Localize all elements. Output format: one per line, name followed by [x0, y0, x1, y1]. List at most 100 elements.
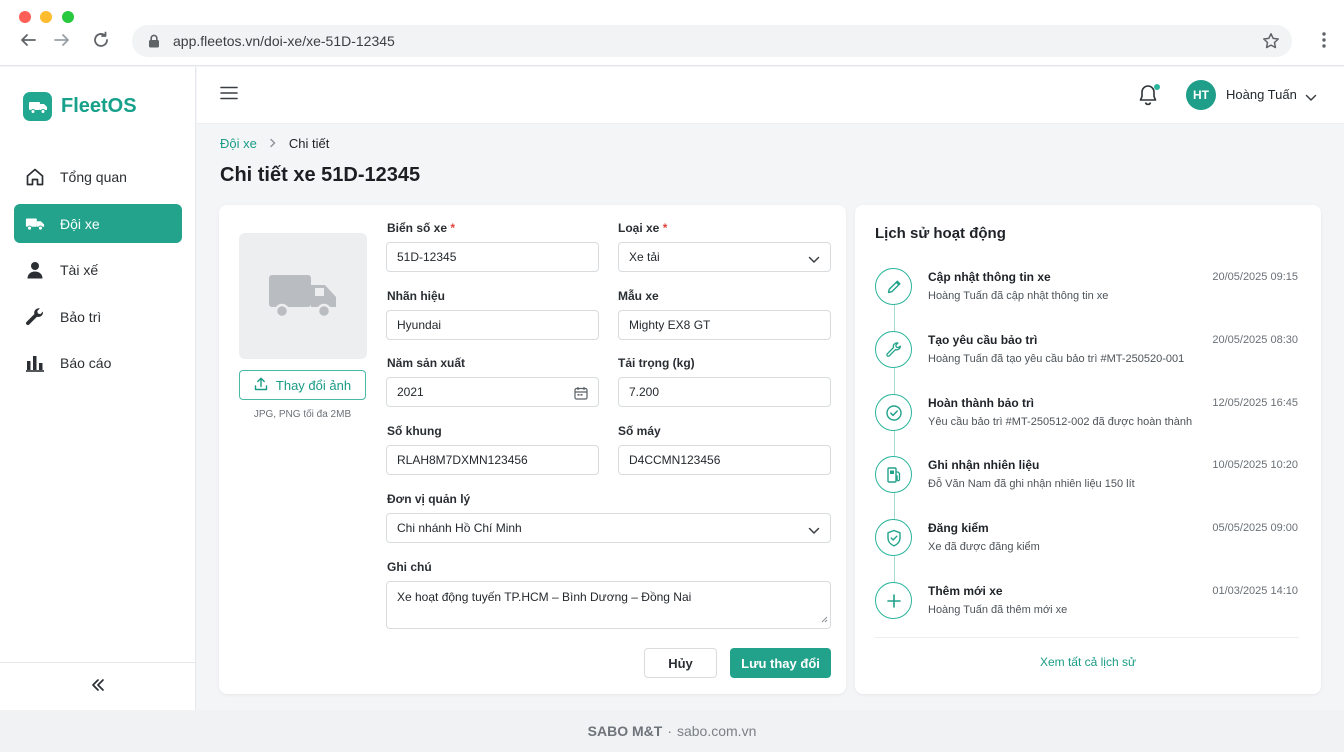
sidebar-item-label: Bảo trì [60, 308, 102, 325]
year-label: Năm sản xuất [387, 356, 466, 370]
breadcrumb-link-fleet[interactable]: Đội xe [220, 136, 257, 151]
vehicle-type-value: Xe tải [629, 250, 660, 264]
app-logo[interactable]: FleetOS [23, 92, 137, 121]
model-value: Mighty EX8 GT [629, 318, 711, 332]
sidebar-item-overview[interactable]: Tổng quan [14, 157, 182, 196]
sidebar: FleetOS Tổng quan Đội xe Tài xế Bảo trì … [0, 67, 196, 710]
forward-arrow-icon[interactable] [52, 30, 72, 50]
address-bar[interactable]: app.fleetos.vn/doi-xe/xe-51D-12345 [132, 25, 1292, 57]
user-name[interactable]: Hoàng Tuấn [1226, 87, 1297, 102]
close-window-button[interactable] [19, 11, 31, 23]
note-value: Xe hoạt động tuyến TP.HCM – Bình Dương –… [397, 590, 692, 604]
required-mark: * [662, 221, 668, 235]
model-field[interactable]: Mighty EX8 GT [618, 310, 831, 340]
divider [875, 637, 1299, 638]
upload-hint: JPG, PNG tối đa 2MB [253, 409, 352, 420]
sidebar-item-label: Tổng quan [60, 168, 127, 185]
history-item-time: 12/05/2025 16:45 [1212, 397, 1298, 409]
chevron-down-icon[interactable] [1305, 90, 1317, 105]
fuel-icon [875, 456, 912, 493]
sidebar-item-drivers[interactable]: Tài xế [14, 250, 182, 289]
history-item-desc: Xe đã được đăng kiểm [928, 541, 1040, 553]
maximize-window-button[interactable] [62, 11, 74, 23]
sidebar-item-fleet[interactable]: Đội xe [14, 204, 182, 243]
vehicle-photo-placeholder [239, 233, 367, 359]
top-header: HT Hoàng Tuấn [197, 67, 1344, 124]
chassis-label: Số khung [387, 424, 442, 438]
load-capacity-field[interactable]: 7.200 [618, 377, 831, 407]
url-text: app.fleetos.vn/doi-xe/xe-51D-12345 [173, 33, 395, 49]
plate-field[interactable]: 51D-12345 [386, 242, 599, 272]
minimize-window-button[interactable] [40, 11, 52, 23]
change-photo-label: Thay đổi ảnh [275, 377, 352, 393]
avatar[interactable]: HT [1186, 80, 1216, 110]
calendar-icon[interactable] [574, 386, 588, 403]
history-item-time: 05/05/2025 09:00 [1212, 522, 1298, 534]
footer-separator: · [667, 723, 672, 739]
view-all-history-link[interactable]: Xem tất cả lịch sử [855, 655, 1321, 669]
home-icon [25, 167, 45, 187]
history-item: Hoàn thành bảo trì Yêu cầu bảo trì #MT-2… [875, 394, 1300, 444]
history-item: Thêm mới xe Hoàng Tuấn đã thêm mới xe 01… [875, 582, 1300, 632]
history-item-desc: Hoàng Tuấn đã thêm mới xe [928, 604, 1068, 616]
history-item: Tạo yêu cầu bảo trì Hoàng Tuấn đã tạo yê… [875, 331, 1300, 381]
browser-menu-icon[interactable] [1322, 32, 1326, 51]
history-item-time: 10/05/2025 10:20 [1212, 459, 1298, 471]
cancel-button[interactable]: Hủy [644, 648, 717, 678]
bookmark-star-icon[interactable] [1262, 32, 1280, 53]
back-arrow-icon[interactable] [18, 30, 38, 50]
plate-value: 51D-12345 [397, 250, 457, 264]
resize-handle-icon[interactable] [820, 612, 828, 626]
plus-icon [875, 582, 912, 619]
double-chevron-left-icon [91, 678, 105, 695]
change-photo-button[interactable]: Thay đổi ảnh [239, 370, 366, 400]
vehicle-type-select[interactable]: Xe tải [618, 242, 831, 272]
chevron-down-icon [808, 253, 820, 267]
sidebar-item-maintenance[interactable]: Bảo trì [14, 297, 182, 336]
brand-field[interactable]: Hyundai [386, 310, 599, 340]
history-item-time: 20/05/2025 08:30 [1212, 334, 1298, 346]
engine-number-field[interactable]: D4CCMN123456 [618, 445, 831, 475]
year-field[interactable]: 2021 [386, 377, 599, 407]
plate-label-text: Biển số xe [387, 221, 448, 235]
page-title: Chi tiết xe 51D-12345 [220, 164, 421, 186]
history-item-time: 20/05/2025 09:15 [1212, 271, 1298, 283]
load-capacity-value: 7.200 [629, 385, 660, 399]
vehicle-type-label-text: Loại xe [618, 221, 660, 235]
upload-icon [254, 377, 268, 394]
history-item-title: Thêm mới xe [928, 584, 1003, 598]
truck-logo-icon [23, 92, 52, 121]
chassis-number-field[interactable]: RLAH8M7DXMN123456 [386, 445, 599, 475]
sidebar-item-label: Báo cáo [60, 354, 112, 371]
history-item-title: Tạo yêu cầu bảo trì [928, 333, 1038, 347]
history-item-title: Đăng kiểm [928, 521, 989, 535]
history-item: Cập nhật thông tin xe Hoàng Tuấn đã cập … [875, 268, 1300, 318]
shield-check-icon [875, 519, 912, 556]
year-value: 2021 [397, 385, 424, 399]
vehicle-type-label: Loại xe * [618, 221, 667, 235]
sidebar-item-label: Đội xe [60, 215, 100, 232]
history-item-title: Hoàn thành bảo trì [928, 396, 1034, 410]
save-button[interactable]: Lưu thay đổi [730, 648, 831, 678]
hamburger-menu-icon[interactable] [220, 86, 238, 103]
sidebar-collapse-button[interactable] [0, 662, 195, 710]
history-item-desc: Hoàng Tuấn đã cập nhật thông tin xe [928, 290, 1109, 302]
engine-value: D4CCMN123456 [629, 453, 721, 467]
brand-label: Nhãn hiệu [387, 289, 446, 303]
history-item: Ghi nhận nhiên liệu Đỗ Văn Nam đã ghi nh… [875, 456, 1300, 506]
required-mark: * [450, 221, 456, 235]
history-item-desc: Hoàng Tuấn đã tạo yêu cầu bảo trì #MT-25… [928, 353, 1185, 365]
bar-chart-icon [25, 353, 45, 373]
reload-icon[interactable] [91, 30, 111, 50]
notification-dot [1154, 84, 1160, 90]
check-circle-icon [875, 394, 912, 431]
managing-unit-select[interactable]: Chi nhánh Hồ Chí Minh [386, 513, 831, 543]
footer-brand: SABO M&T [587, 723, 663, 739]
note-textarea[interactable]: Xe hoạt động tuyến TP.HCM – Bình Dương –… [386, 581, 831, 629]
footer-site[interactable]: sabo.com.vn [677, 723, 756, 739]
plate-label: Biển số xe * [387, 221, 455, 235]
load-capacity-label: Tải trọng (kg) [618, 356, 695, 370]
history-title: Lịch sử hoạt động [875, 225, 1006, 242]
vehicle-form-card: Thay đổi ảnh JPG, PNG tối đa 2MB Biển số… [219, 205, 846, 694]
sidebar-item-reports[interactable]: Báo cáo [14, 343, 182, 382]
